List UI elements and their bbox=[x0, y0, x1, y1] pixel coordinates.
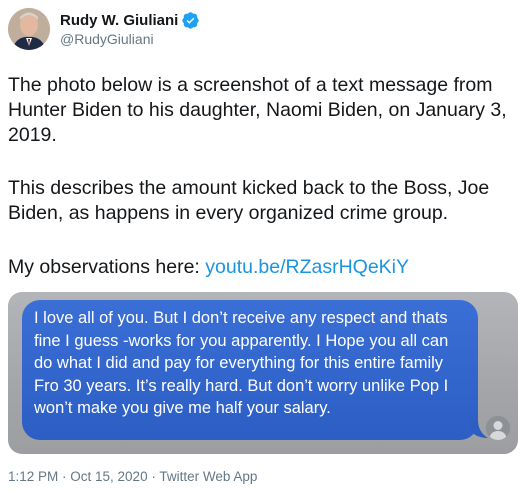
message-text: I love all of you. But I don’t receive a… bbox=[34, 309, 449, 417]
author-handle[interactable]: @RudyGiuliani bbox=[60, 31, 154, 47]
avatar-portrait-icon bbox=[8, 8, 50, 50]
verified-badge-icon bbox=[182, 12, 199, 29]
author-display-name[interactable]: Rudy W. Giuliani bbox=[60, 12, 178, 29]
tweet-link[interactable]: youtu.be/RZasrHQeKiY bbox=[205, 256, 409, 278]
tweet-paragraph-1: The photo below is a screenshot of a tex… bbox=[8, 74, 507, 146]
tweet-timestamp[interactable]: 1:12 PM · Oct 15, 2020 · Twitter Web App bbox=[8, 469, 257, 484]
person-silhouette-icon bbox=[486, 416, 510, 440]
tweet-card: Rudy W. Giuliani @RudyGiuliani The photo… bbox=[0, 0, 525, 490]
message-bubble: I love all of you. But I don’t receive a… bbox=[22, 300, 478, 440]
tweet-media-image[interactable]: I love all of you. But I don’t receive a… bbox=[8, 292, 518, 454]
tweet-paragraph-3-prefix: My observations here: bbox=[8, 256, 206, 278]
tweet-paragraph-2: This describes the amount kicked back to… bbox=[8, 177, 490, 224]
author-name-row[interactable]: Rudy W. Giuliani bbox=[60, 12, 199, 29]
tweet-paragraph-3: My observations here: youtu.be/RZasrHQeK… bbox=[8, 255, 518, 280]
author-avatar[interactable] bbox=[8, 8, 50, 50]
